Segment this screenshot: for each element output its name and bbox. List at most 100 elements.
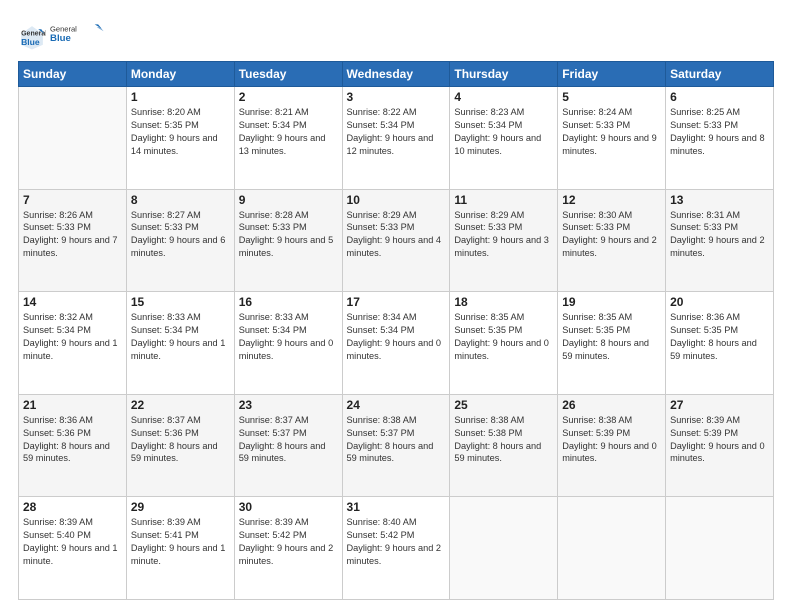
- calendar-cell: 12 Sunrise: 8:30 AMSunset: 5:33 PMDayligh…: [558, 189, 666, 292]
- calendar-week-row: 14 Sunrise: 8:32 AMSunset: 5:34 PMDayligh…: [19, 292, 774, 395]
- day-number: 10: [347, 193, 446, 207]
- logo: General Blue General Blue: [18, 18, 105, 55]
- calendar-cell: 21 Sunrise: 8:36 AMSunset: 5:36 PMDayligh…: [19, 394, 127, 497]
- cell-info: Sunrise: 8:39 AMSunset: 5:40 PMDaylight:…: [23, 516, 122, 568]
- calendar-cell: [666, 497, 774, 600]
- weekday-header-wednesday: Wednesday: [342, 62, 450, 87]
- cell-info: Sunrise: 8:21 AMSunset: 5:34 PMDaylight:…: [239, 106, 338, 158]
- day-number: 28: [23, 500, 122, 514]
- day-number: 15: [131, 295, 230, 309]
- cell-info: Sunrise: 8:29 AMSunset: 5:33 PMDaylight:…: [454, 209, 553, 261]
- calendar-cell: [450, 497, 558, 600]
- calendar-week-row: 21 Sunrise: 8:36 AMSunset: 5:36 PMDayligh…: [19, 394, 774, 497]
- day-number: 19: [562, 295, 661, 309]
- cell-info: Sunrise: 8:25 AMSunset: 5:33 PMDaylight:…: [670, 106, 769, 158]
- cell-info: Sunrise: 8:38 AMSunset: 5:37 PMDaylight:…: [347, 414, 446, 466]
- day-number: 23: [239, 398, 338, 412]
- calendar-cell: 25 Sunrise: 8:38 AMSunset: 5:38 PMDayligh…: [450, 394, 558, 497]
- svg-text:Blue: Blue: [50, 33, 71, 44]
- day-number: 9: [239, 193, 338, 207]
- calendar-cell: 18Sunrise: 8:35 AMSunset: 5:35 PMDayligh…: [450, 292, 558, 395]
- cell-info: Sunrise: 8:23 AMSunset: 5:34 PMDaylight:…: [454, 106, 553, 158]
- cell-info: Sunrise: 8:24 AMSunset: 5:33 PMDaylight:…: [562, 106, 661, 158]
- calendar-cell: 14 Sunrise: 8:32 AMSunset: 5:34 PMDayligh…: [19, 292, 127, 395]
- calendar-cell: 11 Sunrise: 8:29 AMSunset: 5:33 PMDayligh…: [450, 189, 558, 292]
- day-number: 24: [347, 398, 446, 412]
- calendar-cell: [558, 497, 666, 600]
- calendar-cell: [19, 87, 127, 190]
- day-number: 6: [670, 90, 769, 104]
- calendar-cell: 22 Sunrise: 8:37 AMSunset: 5:36 PMDayligh…: [126, 394, 234, 497]
- calendar-cell: 23Sunrise: 8:37 AMSunset: 5:37 PMDayligh…: [234, 394, 342, 497]
- day-number: 27: [670, 398, 769, 412]
- cell-info: Sunrise: 8:39 AMSunset: 5:39 PMDaylight:…: [670, 414, 769, 466]
- calendar-cell: 19 Sunrise: 8:35 AMSunset: 5:35 PMDayligh…: [558, 292, 666, 395]
- calendar-week-row: 28 Sunrise: 8:39 AMSunset: 5:40 PMDayligh…: [19, 497, 774, 600]
- day-number: 30: [239, 500, 338, 514]
- calendar-cell: 16 Sunrise: 8:33 AMSunset: 5:34 PMDayligh…: [234, 292, 342, 395]
- cell-info: Sunrise: 8:39 AMSunset: 5:41 PMDaylight:…: [131, 516, 230, 568]
- calendar-week-row: 7Sunrise: 8:26 AMSunset: 5:33 PMDaylight…: [19, 189, 774, 292]
- weekday-header-monday: Monday: [126, 62, 234, 87]
- day-number: 29: [131, 500, 230, 514]
- cell-info: Sunrise: 8:35 AMSunset: 5:35 PMDaylight:…: [562, 311, 661, 363]
- day-number: 17: [347, 295, 446, 309]
- calendar-cell: 1Sunrise: 8:20 AMSunset: 5:35 PMDaylight…: [126, 87, 234, 190]
- cell-info: Sunrise: 8:33 AMSunset: 5:34 PMDaylight:…: [131, 311, 230, 363]
- calendar-cell: 20 Sunrise: 8:36 AMSunset: 5:35 PMDayligh…: [666, 292, 774, 395]
- day-number: 13: [670, 193, 769, 207]
- svg-text:General: General: [50, 24, 77, 33]
- day-number: 2: [239, 90, 338, 104]
- weekday-header-row: SundayMondayTuesdayWednesdayThursdayFrid…: [19, 62, 774, 87]
- day-number: 20: [670, 295, 769, 309]
- day-number: 14: [23, 295, 122, 309]
- day-number: 25: [454, 398, 553, 412]
- day-number: 4: [454, 90, 553, 104]
- calendar-cell: 10Sunrise: 8:29 AMSunset: 5:33 PMDayligh…: [342, 189, 450, 292]
- calendar-cell: 29 Sunrise: 8:39 AMSunset: 5:41 PMDayligh…: [126, 497, 234, 600]
- calendar-week-row: 1Sunrise: 8:20 AMSunset: 5:35 PMDaylight…: [19, 87, 774, 190]
- cell-info: Sunrise: 8:34 AMSunset: 5:34 PMDaylight:…: [347, 311, 446, 363]
- cell-info: Sunrise: 8:40 AMSunset: 5:42 PMDaylight:…: [347, 516, 446, 568]
- day-number: 11: [454, 193, 553, 207]
- weekday-header-tuesday: Tuesday: [234, 62, 342, 87]
- day-number: 12: [562, 193, 661, 207]
- day-number: 22: [131, 398, 230, 412]
- day-number: 16: [239, 295, 338, 309]
- cell-info: Sunrise: 8:39 AMSunset: 5:42 PMDaylight:…: [239, 516, 338, 568]
- calendar-cell: 17 Sunrise: 8:34 AMSunset: 5:34 PMDayligh…: [342, 292, 450, 395]
- cell-info: Sunrise: 8:36 AMSunset: 5:35 PMDaylight:…: [670, 311, 769, 363]
- cell-info: Sunrise: 8:32 AMSunset: 5:34 PMDaylight:…: [23, 311, 122, 363]
- day-number: 21: [23, 398, 122, 412]
- cell-info: Sunrise: 8:37 AMSunset: 5:36 PMDaylight:…: [131, 414, 230, 466]
- cell-info: Sunrise: 8:33 AMSunset: 5:34 PMDaylight:…: [239, 311, 338, 363]
- day-number: 3: [347, 90, 446, 104]
- calendar-cell: 15 Sunrise: 8:33 AMSunset: 5:34 PMDayligh…: [126, 292, 234, 395]
- day-number: 5: [562, 90, 661, 104]
- cell-info: Sunrise: 8:36 AMSunset: 5:36 PMDaylight:…: [23, 414, 122, 466]
- cell-info: Sunrise: 8:31 AMSunset: 5:33 PMDaylight:…: [670, 209, 769, 261]
- calendar-cell: 13 Sunrise: 8:31 AMSunset: 5:33 PMDayligh…: [666, 189, 774, 292]
- calendar-cell: 27 Sunrise: 8:39 AMSunset: 5:39 PMDayligh…: [666, 394, 774, 497]
- day-number: 7: [23, 193, 122, 207]
- day-number: 8: [131, 193, 230, 207]
- cell-info: Sunrise: 8:27 AMSunset: 5:33 PMDaylight:…: [131, 209, 230, 261]
- header: General Blue General Blue: [18, 18, 774, 55]
- weekday-header-saturday: Saturday: [666, 62, 774, 87]
- day-number: 31: [347, 500, 446, 514]
- calendar-table: SundayMondayTuesdayWednesdayThursdayFrid…: [18, 61, 774, 600]
- calendar-cell: 8 Sunrise: 8:27 AMSunset: 5:33 PMDaylight…: [126, 189, 234, 292]
- day-number: 26: [562, 398, 661, 412]
- calendar-cell: 3 Sunrise: 8:22 AMSunset: 5:34 PMDaylight…: [342, 87, 450, 190]
- logo-svg: General Blue: [50, 18, 105, 50]
- calendar-cell: 5 Sunrise: 8:24 AMSunset: 5:33 PMDaylight…: [558, 87, 666, 190]
- cell-info: Sunrise: 8:38 AMSunset: 5:38 PMDaylight:…: [454, 414, 553, 466]
- page: General Blue General Blue SundayMondayTu…: [0, 0, 792, 612]
- calendar-cell: 26Sunrise: 8:38 AMSunset: 5:39 PMDayligh…: [558, 394, 666, 497]
- calendar-cell: 24 Sunrise: 8:38 AMSunset: 5:37 PMDayligh…: [342, 394, 450, 497]
- calendar-cell: 6 Sunrise: 8:25 AMSunset: 5:33 PMDaylight…: [666, 87, 774, 190]
- calendar-cell: 30 Sunrise: 8:39 AMSunset: 5:42 PMDayligh…: [234, 497, 342, 600]
- cell-info: Sunrise: 8:22 AMSunset: 5:34 PMDaylight:…: [347, 106, 446, 158]
- cell-info: Sunrise: 8:30 AMSunset: 5:33 PMDaylight:…: [562, 209, 661, 261]
- weekday-header-thursday: Thursday: [450, 62, 558, 87]
